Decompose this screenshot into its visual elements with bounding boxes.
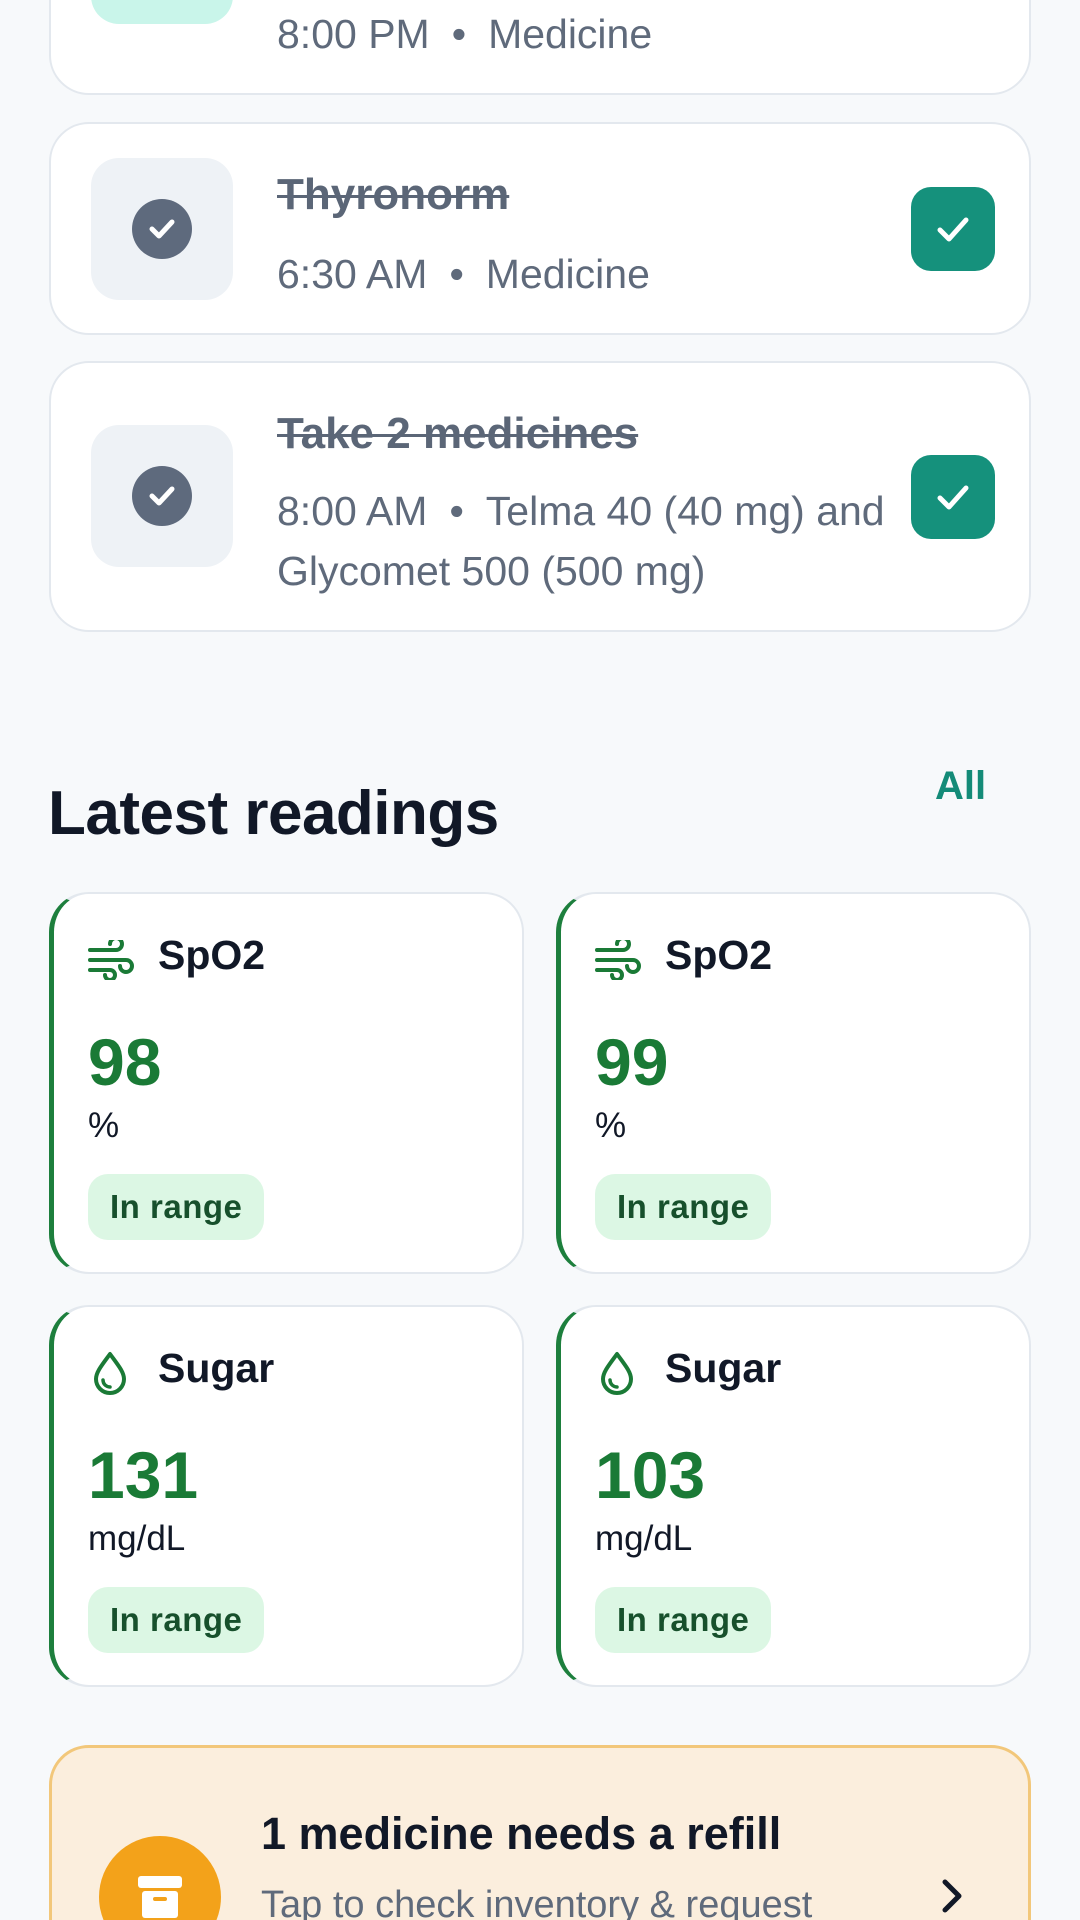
status-badge: In range [88, 1174, 265, 1240]
check-circle-icon [91, 425, 233, 567]
task-meta: 6:30 AM • Medicine [277, 244, 917, 304]
task-time: 8:00 PM [277, 11, 430, 57]
chevron-right-icon [932, 1876, 972, 1916]
reading-unit: mg/dL [88, 1519, 186, 1558]
reading-card-spo2[interactable]: SpO2 98 % In range [49, 892, 524, 1274]
reading-unit: % [595, 1106, 627, 1145]
view-all-readings-link[interactable]: All [935, 764, 986, 809]
latest-readings-title: Latest readings [48, 779, 499, 848]
task-card-take-2-medicines[interactable]: Take 2 medicines 8:00 AM • Telma 40 (40 mg… [49, 361, 1031, 632]
wind-icon [86, 936, 134, 984]
task-checkbox-checked[interactable] [911, 455, 995, 539]
reading-card-sugar[interactable]: Sugar 131 mg/dL In range [49, 1305, 524, 1687]
status-badge: In range [595, 1587, 772, 1653]
reading-value: 103 [595, 1438, 706, 1512]
task-checkbox-checked[interactable] [911, 187, 995, 271]
check-circle-icon [91, 158, 233, 300]
task-type: Medicine [485, 251, 650, 297]
reading-unit: % [88, 1106, 120, 1145]
reading-unit: mg/dL [595, 1519, 693, 1558]
refill-banner[interactable]: 1 medicine needs a refill Tap to check i… [49, 1745, 1031, 1920]
task-time: 6:30 AM [277, 251, 428, 297]
reading-card-spo2[interactable]: SpO2 99 % In range [556, 892, 1031, 1274]
drop-icon [593, 1349, 641, 1397]
drop-icon [86, 1349, 134, 1397]
task-title: Take 2 medicines [277, 409, 639, 458]
refill-subtitle: Tap to check inventory & request [261, 1884, 813, 1920]
separator-dot: • [449, 488, 464, 534]
health-dashboard: 8:00 PM • Medicine Thyronorm 6:30 AM • Medic… [0, 0, 1080, 1920]
pill-box-icon [91, 0, 233, 24]
reading-name: Sugar [158, 1345, 275, 1391]
archive-box-icon [99, 1836, 221, 1920]
reading-name: Sugar [665, 1345, 782, 1391]
task-type: Medicine [488, 11, 653, 57]
task-meta: 8:00 AM • Telma 40 (40 mg) and Glycomet 50… [277, 481, 917, 601]
status-badge: In range [595, 1174, 772, 1240]
refill-title: 1 medicine needs a refill [261, 1808, 782, 1859]
task-card-thyronorm[interactable]: Thyronorm 6:30 AM • Medicine [49, 122, 1031, 335]
reading-value: 99 [595, 1025, 669, 1099]
task-time: 8:00 AM [277, 488, 428, 534]
reading-name: SpO2 [665, 932, 773, 978]
task-meta: 8:00 PM • Medicine [277, 4, 917, 64]
reading-value: 131 [88, 1438, 199, 1512]
reading-value: 98 [88, 1025, 162, 1099]
separator-dot: • [451, 11, 467, 57]
task-title: Thyronorm [277, 170, 510, 219]
task-card-evening-medicine[interactable]: 8:00 PM • Medicine [49, 0, 1031, 95]
reading-card-sugar[interactable]: Sugar 103 mg/dL In range [556, 1305, 1031, 1687]
status-badge: In range [88, 1587, 265, 1653]
separator-dot: • [449, 251, 464, 297]
reading-name: SpO2 [158, 932, 266, 978]
wind-icon [593, 936, 641, 984]
